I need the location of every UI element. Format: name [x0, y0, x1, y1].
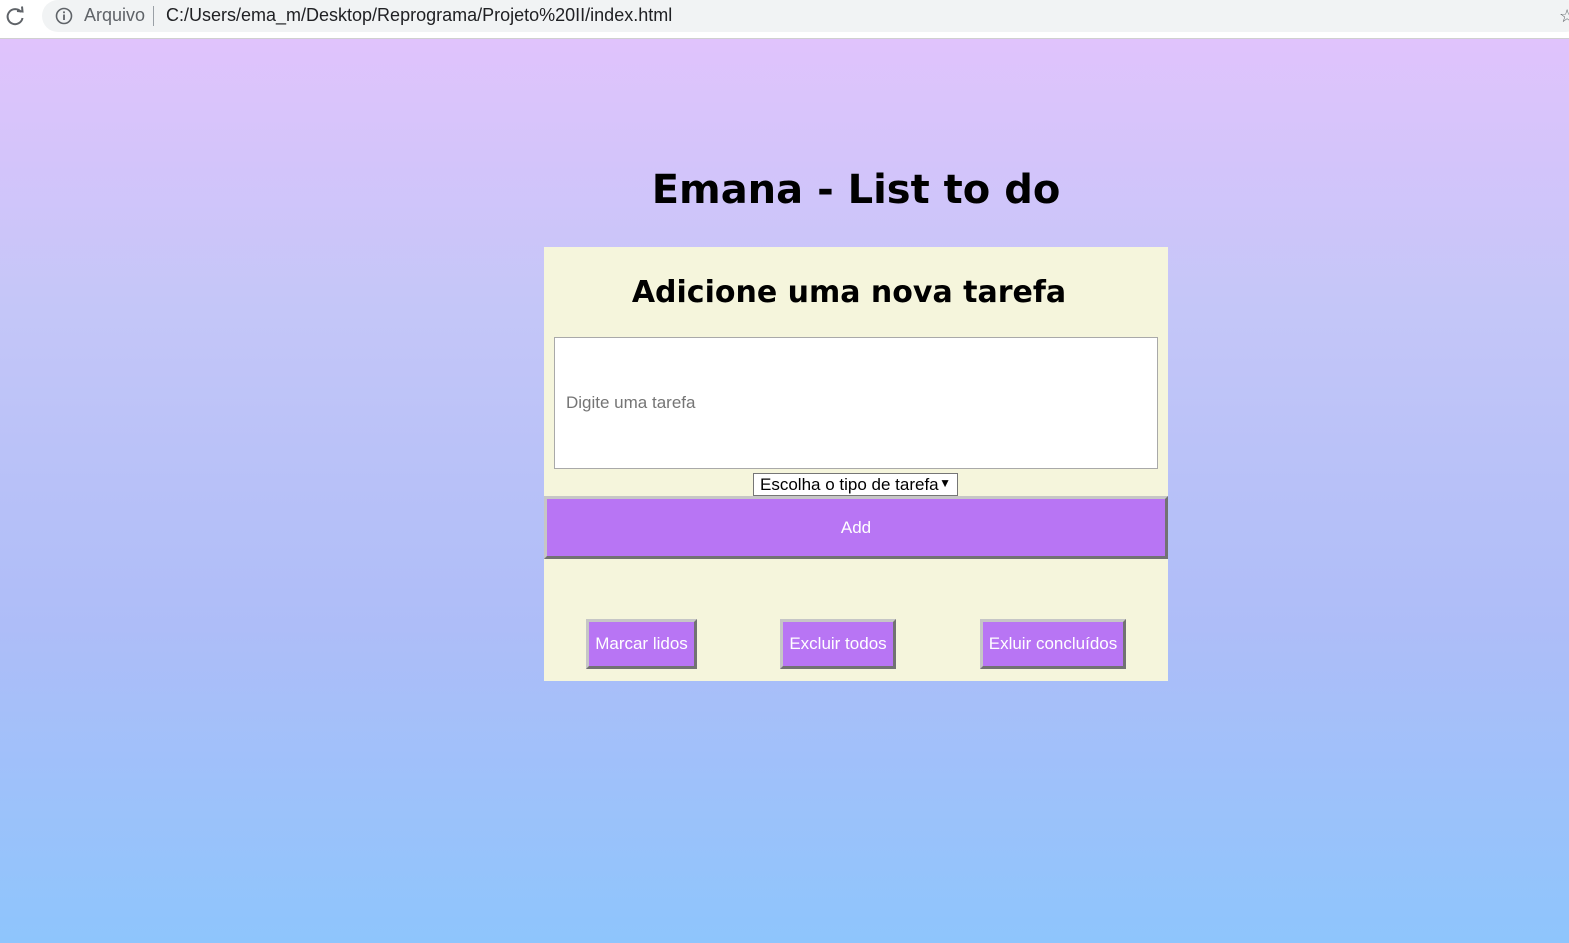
page-title: Emana - List to do [651, 167, 1061, 213]
task-type-select-value: Escolha o tipo de tarefa [760, 475, 939, 494]
card-title: Adicione uma nova tarefa [631, 275, 1067, 310]
url-text[interactable]: C:/Users/ema_m/Desktop/Reprograma/Projet… [166, 5, 672, 26]
delete-all-button[interactable]: Excluir todos [780, 619, 896, 669]
info-icon[interactable] [55, 7, 73, 25]
delete-completed-button[interactable]: Exluir concluídos [980, 619, 1126, 669]
reload-icon[interactable] [4, 6, 26, 28]
task-card: Adicione uma nova tarefa Escolha o tipo … [544, 247, 1168, 681]
url-divider [153, 6, 154, 26]
mark-read-button[interactable]: Marcar lidos [586, 619, 697, 669]
task-type-select[interactable]: Escolha o tipo de tarefa ▼ [753, 473, 958, 496]
scheme-label: Arquivo [84, 5, 146, 25]
page-body: Emana - List to do Adicione uma nova tar… [0, 39, 1569, 943]
bookmark-star-icon[interactable]: ☆ [1559, 6, 1569, 27]
task-input[interactable] [554, 337, 1158, 469]
dropdown-arrow-icon: ▼ [939, 476, 951, 490]
add-button[interactable]: Add [544, 496, 1168, 559]
browser-toolbar: Arquivo C:/Users/ema_m/Desktop/Reprogram… [0, 0, 1569, 39]
